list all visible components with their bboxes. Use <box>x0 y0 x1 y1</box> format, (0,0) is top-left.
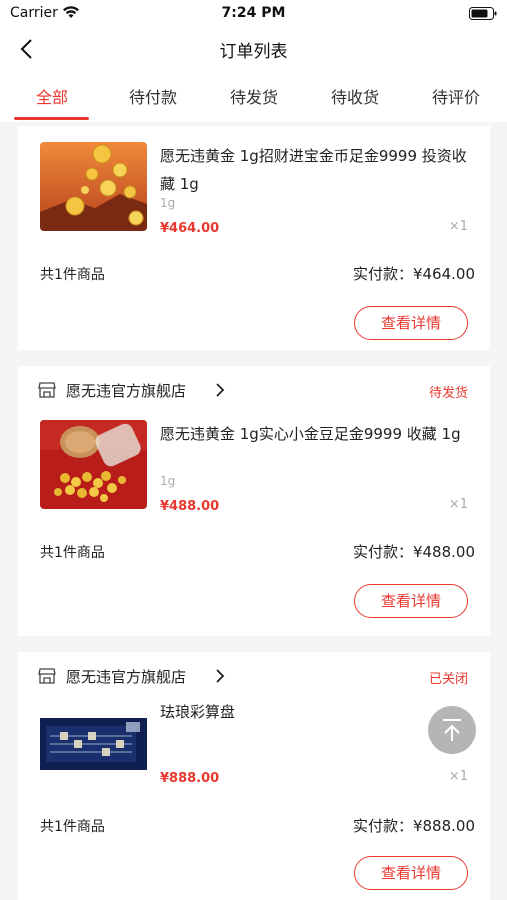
order-summary: 共1件商品 实付款：¥488.00 <box>18 536 490 566</box>
active-tab-indicator <box>14 117 89 120</box>
item-count: 共1件商品 <box>40 819 105 835</box>
order-status: 已关闭 <box>428 672 468 687</box>
shop-name[interactable]: 愿无违官方旗舰店 <box>66 666 186 687</box>
product-thumbnail[interactable] <box>40 706 147 795</box>
view-details-button[interactable]: 查看详情 <box>354 856 468 890</box>
gold-beans-image <box>40 420 147 509</box>
chevron-right-icon <box>216 383 225 397</box>
product-quantity: ×1 <box>448 497 468 512</box>
page-title: 订单列表 <box>219 42 288 62</box>
view-details-button[interactable]: 查看详情 <box>354 306 468 340</box>
product-thumbnail[interactable] <box>40 142 147 231</box>
abacus-image <box>40 706 147 795</box>
status-bar: Carrier 7:24 PM <box>0 0 507 28</box>
battery-icon <box>469 7 497 20</box>
order-card: 愿无违官方旗舰店 待发货 愿无违黄金 1g实心小金豆足金9999 收藏 1g 1… <box>18 366 490 636</box>
amount-paid: 实付款：¥888.00 <box>352 817 475 835</box>
shop-header[interactable]: 愿无违官方旗舰店 已关闭 <box>18 652 490 700</box>
order-summary: 共1件商品 实付款：¥464.00 <box>18 258 490 288</box>
product-title[interactable]: 愿无违黄金 1g招财进宝金币足金9999 投资收藏 1g <box>160 142 475 198</box>
scroll-to-top-button[interactable] <box>428 706 476 754</box>
gold-coins-image <box>40 142 147 231</box>
view-details-button[interactable]: 查看详情 <box>354 584 468 618</box>
clock: 7:24 PM <box>221 5 286 21</box>
tab-pending-payment[interactable]: 待付款 <box>103 84 203 108</box>
product-quantity: ×1 <box>448 769 468 784</box>
product-price: ¥464.00 <box>160 221 220 236</box>
shop-name[interactable]: 愿无违官方旗舰店 <box>66 380 186 401</box>
tab-pending-receipt[interactable]: 待收货 <box>305 84 405 108</box>
order-summary: 共1件商品 实付款：¥888.00 <box>18 810 490 840</box>
order-card: 愿无违黄金 1g招财进宝金币足金9999 投资收藏 1g 1g ¥464.00 … <box>18 126 490 350</box>
order-tabs: 全部 待付款 待发货 待收货 待评价 <box>0 70 507 122</box>
amount-paid: 实付款：¥488.00 <box>352 543 475 561</box>
chevron-right-icon <box>216 669 225 683</box>
product-price: ¥488.00 <box>160 499 220 514</box>
tab-pending-review[interactable]: 待评价 <box>406 84 506 108</box>
tab-pending-shipment[interactable]: 待发货 <box>204 84 304 108</box>
store-icon <box>38 668 56 684</box>
amount-paid: 实付款：¥464.00 <box>352 265 475 283</box>
order-status: 待发货 <box>428 386 468 401</box>
shop-header[interactable]: 愿无违官方旗舰店 待发货 <box>18 366 490 414</box>
product-quantity: ×1 <box>448 219 468 234</box>
product-spec: 1g <box>160 196 176 210</box>
product-spec: 1g <box>160 474 176 488</box>
nav-bar: 订单列表 <box>0 28 507 70</box>
arrow-up-icon <box>443 719 461 741</box>
product-thumbnail[interactable] <box>40 420 147 509</box>
item-count: 共1件商品 <box>40 267 105 283</box>
order-card: 愿无违官方旗舰店 已关闭 珐琅彩算盘 ¥888.00 ×1 共1件商品 实付款：… <box>18 652 490 900</box>
product-title[interactable]: 愿无违黄金 1g实心小金豆足金9999 收藏 1g <box>160 420 475 448</box>
product-price: ¥888.00 <box>160 771 220 786</box>
store-icon <box>38 382 56 398</box>
tab-all[interactable]: 全部 <box>2 84 102 108</box>
item-count: 共1件商品 <box>40 545 105 561</box>
